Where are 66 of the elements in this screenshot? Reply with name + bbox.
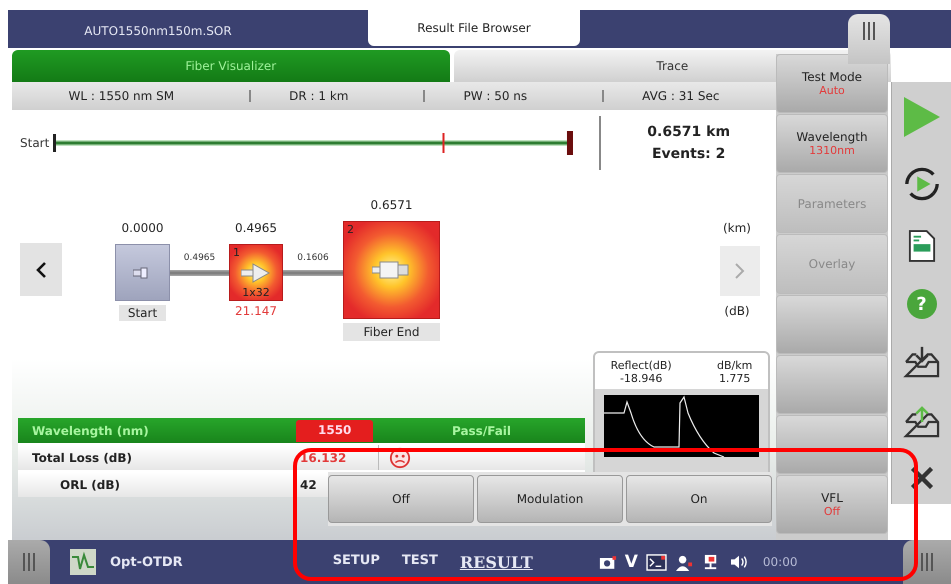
vfl-option-button[interactable]: Modulation: [477, 475, 623, 523]
row-label: Total Loss (dB): [31, 450, 134, 464]
terminal-icon[interactable]: [646, 554, 667, 570]
info-text: AVG : 31 Sec: [602, 90, 758, 102]
nav-tab[interactable]: SETUP: [332, 552, 380, 572]
chevron-left-icon: [35, 260, 47, 278]
upload-tray-icon[interactable]: [902, 405, 941, 439]
side-menu-button[interactable]: Test Mode Auto: [776, 54, 888, 114]
total-distance: 0.6571 km: [647, 123, 730, 142]
event-count: Events: 2: [652, 145, 726, 164]
chevron-right-icon: [734, 262, 746, 280]
table-cell-text: 42: [299, 476, 318, 494]
info-text: WL : 1550 nm SM: [67, 90, 176, 102]
vfl-option-button[interactable]: Off: [328, 475, 474, 523]
detail-label: Reflect(dB): [610, 359, 672, 372]
event-number: 1: [233, 246, 240, 259]
detail-label: dB/km: [717, 359, 752, 372]
blank-side-button[interactable]: [776, 414, 888, 474]
split-ratio: 1x32: [241, 286, 271, 299]
distance-unit: (km): [722, 221, 752, 235]
column-header: Wavelength (nm): [31, 424, 150, 438]
event-tile[interactable]: [115, 244, 170, 301]
side-menu-button[interactable]: Wavelength 1310nm: [776, 114, 888, 174]
file-tab[interactable]: Result File Browser: [368, 10, 580, 46]
wavelength-badge: 1550: [296, 420, 374, 442]
detail-value: -18.946: [620, 372, 662, 385]
close-icon[interactable]: [908, 465, 935, 491]
app-name: Opt-OTDR: [110, 554, 183, 570]
status-indicator: V: [624, 552, 638, 572]
column-header: Pass/Fail: [450, 424, 512, 438]
event-tile[interactable]: 1 1x32: [229, 244, 283, 301]
loss-unit: (dB): [723, 304, 751, 318]
info-text: DR : 1 km: [249, 90, 386, 102]
person-icon[interactable]: [674, 554, 694, 570]
start-label: Start: [20, 136, 50, 150]
event-tile[interactable]: 2: [343, 221, 440, 319]
table-cell-text: 16.132: [299, 450, 348, 466]
vfl-option-button[interactable]: On: [626, 475, 772, 523]
row-label: ORL (dB): [59, 478, 121, 492]
event-label: Fiber End: [343, 323, 440, 341]
camera-icon[interactable]: [598, 554, 617, 570]
event-number: 2: [347, 223, 354, 236]
report-icon[interactable]: [908, 229, 936, 263]
grip-handle-icon[interactable]: [8, 540, 50, 584]
download-tray-icon[interactable]: [902, 345, 941, 379]
event-loss: 21.147: [234, 304, 278, 318]
app-icon[interactable]: [70, 549, 96, 575]
side-menu-button[interactable]: VFL Off: [776, 474, 888, 534]
grip-handle-icon[interactable]: [903, 540, 951, 584]
refresh-icon[interactable]: [902, 165, 941, 203]
span-length: 0.1606: [296, 253, 330, 263]
info-text: PW : 50 ns: [423, 90, 566, 102]
grip-handle-icon[interactable]: [848, 14, 890, 64]
previous-button[interactable]: [20, 243, 62, 296]
event-label: Start: [119, 305, 166, 321]
splitter-icon: [241, 262, 271, 284]
event-distance: 0.4965: [234, 221, 278, 235]
event-distance: 0.6571: [370, 198, 414, 212]
nav-tab[interactable]: TEST: [402, 552, 438, 572]
event-distance: 0.0000: [120, 221, 164, 235]
span-length: 0.4965: [182, 253, 216, 263]
clock: 00:00: [762, 555, 798, 569]
file-tab[interactable]: AUTO1550nm150m.SOR: [8, 14, 308, 48]
detail-value: 1.775: [718, 372, 750, 385]
speaker-icon[interactable]: [728, 554, 749, 570]
nav-tab[interactable]: RESULT: [460, 552, 533, 572]
